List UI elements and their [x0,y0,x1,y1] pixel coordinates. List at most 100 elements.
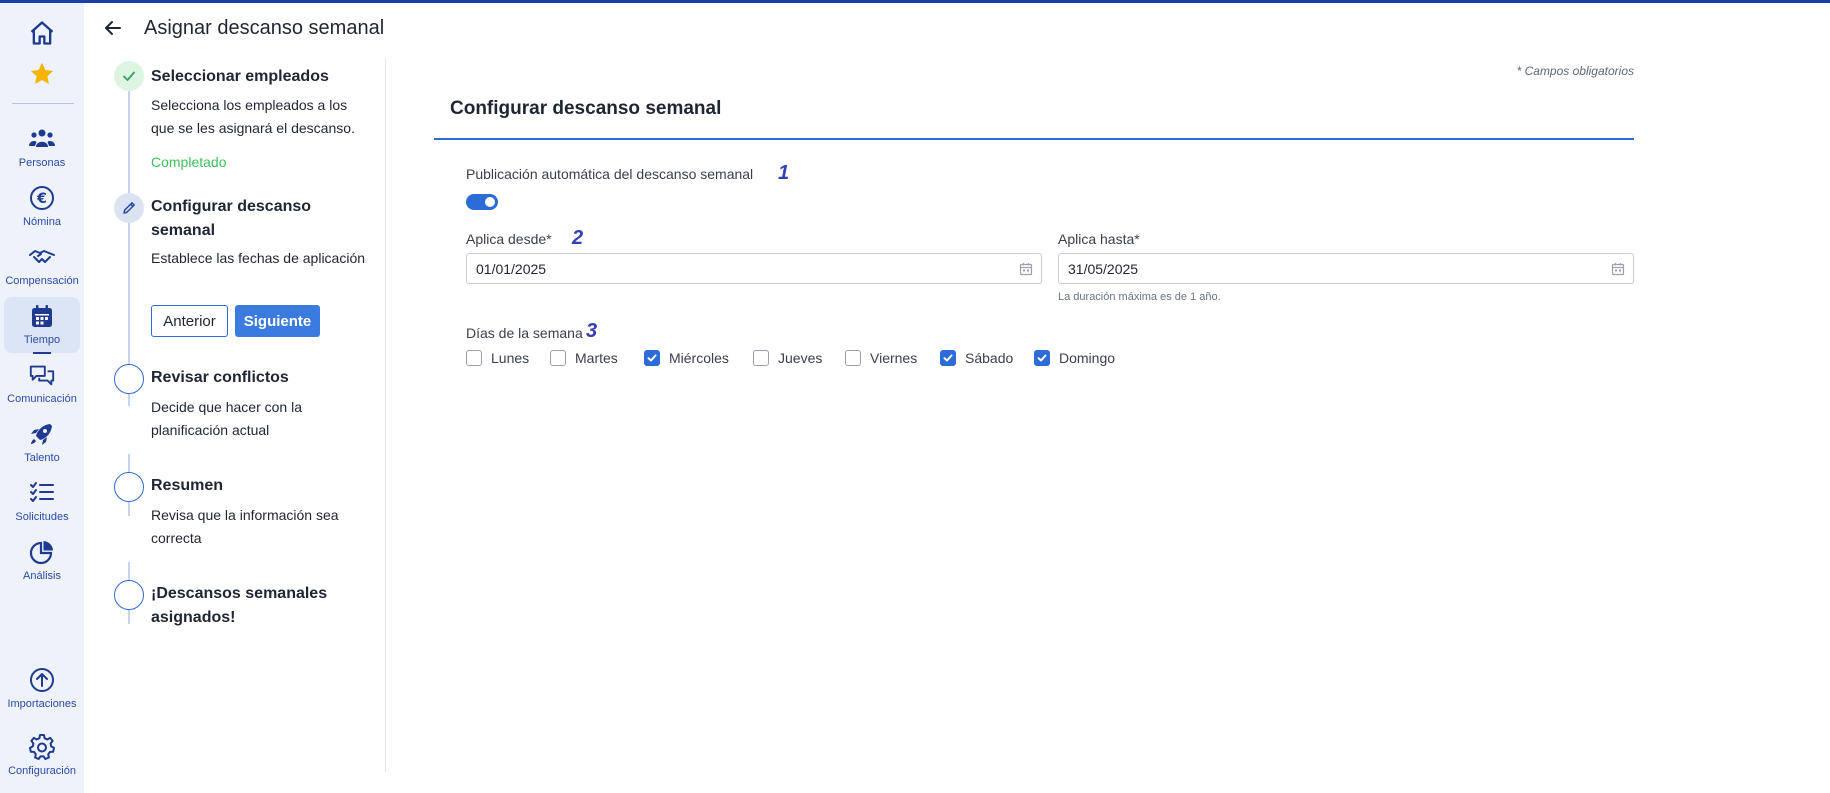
step-1-status: Completado [151,154,227,170]
calendar-icon [32,305,52,327]
step-2-description: Establece las fechas de aplicación [151,250,366,266]
check-icon [1037,354,1047,362]
sidebar-item-compensacion[interactable]: Compensación [4,238,80,294]
from-date-label: Aplica desde* [466,231,552,247]
day-label: Lunes [491,350,530,366]
from-date-value: 01/01/2025 [476,260,547,277]
step-1-description: Selecciona los empleados a los que se le… [151,97,355,136]
sidebar-item-analisis[interactable]: Análisis [4,533,80,589]
step-5-title: ¡Descansos semanales asignados! [151,585,328,626]
check-icon [943,354,953,362]
max-duration-hint: La duración máxima es de 1 año. [1058,291,1221,303]
day-label: Jueves [778,350,823,366]
page-header: Asignar descanso semanal [84,3,384,53]
sidebar-item-label: Personas [18,157,66,169]
step-4-circle [114,472,144,502]
checkbox[interactable] [550,350,566,366]
step-1-done-check-icon [114,61,144,91]
section-divider [434,138,1634,140]
step-2-pencil-icon [114,193,144,223]
day-label: Domingo [1059,350,1116,366]
sidebar-item-label: Tiempo [23,334,61,346]
step-3-circle [114,364,144,394]
day-checkbox-lunes[interactable]: Lunes [466,350,529,366]
toggle-knob [485,197,495,207]
to-date-value: 31/05/2025 [1068,260,1139,277]
sidebar-item-tiempo[interactable]: Tiempo [4,297,80,353]
day-checkbox-domingo[interactable]: Domingo [1034,350,1115,366]
day-checkbox-viernes[interactable]: Viernes [845,350,917,366]
step-4-title: Resumen [151,477,224,494]
euro-icon: € [30,186,54,210]
back-arrow-icon[interactable] [100,15,126,41]
required-fields-note: * Campos obligatorios [1516,64,1634,78]
active-indicator [33,352,51,354]
sidebar-item-label: Configuración [8,765,76,777]
section-title: Configurar descanso semanal [450,98,722,119]
sidebar-item-label: Importaciones [7,698,77,710]
chat-bubbles-icon [29,365,55,386]
sidebar-item-comunicacion[interactable]: Comunicación [4,356,80,412]
step-1-title: Seleccionar empleados [151,68,329,85]
sidebar-item-personas[interactable]: Personas [4,120,80,176]
sidebar-item-importaciones[interactable]: Importaciones [4,661,80,717]
step-5-circle [114,580,144,610]
upload-circle-icon [30,668,54,692]
page-title: Asignar descanso semanal [144,16,385,39]
sidebar-item-label: Nómina [23,216,61,228]
step-2-title: Configurar descanso semanal [151,198,312,239]
days-label: Días de la semana [466,325,583,341]
day-checkbox-miercoles[interactable]: Miércoles [644,350,729,366]
day-label: Sábado [965,350,1014,366]
star-icon[interactable] [26,58,58,90]
checkbox[interactable] [845,350,861,366]
previous-button[interactable]: Anterior [151,305,228,337]
calendar-icon[interactable] [1611,262,1625,276]
svg-text:€: € [36,191,47,207]
calendar-icon[interactable] [1019,262,1033,276]
people-icon [29,129,55,147]
handshake-icon [29,250,55,263]
checkbox-checked[interactable] [1034,350,1050,366]
day-checkbox-martes[interactable]: Martes [550,350,618,366]
checkbox[interactable] [466,350,482,366]
check-icon [647,354,657,362]
from-date-input[interactable]: 01/01/2025 [466,253,1042,284]
step-3-description: Decide que hacer con la planificación ac… [151,399,302,438]
step-4-description: Revisa que la información sea correcta [151,507,339,546]
home-icon[interactable] [26,17,58,49]
day-label: Miércoles [669,350,729,366]
day-checkbox-sabado[interactable]: Sábado [940,350,1013,366]
sidebar-item-label: Solicitudes [15,511,69,523]
sidebar: Personas € Nómina Compensación Tiempo Co… [0,3,84,793]
sidebar-item-configuracion[interactable]: Configuración [4,728,80,784]
day-label: Viernes [870,350,918,366]
checkbox-checked[interactable] [644,350,660,366]
sidebar-item-nomina[interactable]: € Nómina [4,179,80,235]
next-button[interactable]: Siguiente [235,305,320,337]
checkbox-checked[interactable] [940,350,956,366]
auto-publish-label: Publicación automática del descanso sema… [466,166,754,182]
annotation-marker-3: 3 [586,320,598,342]
annotation-marker-2: 2 [572,227,584,249]
checkbox[interactable] [753,350,769,366]
auto-publish-toggle[interactable] [466,194,498,210]
wizard-stepper: Seleccionar empleados Selecciona los emp… [84,58,386,772]
sidebar-item-solicitudes[interactable]: Solicitudes [4,474,80,530]
to-date-label: Aplica hasta* [1058,231,1140,247]
day-label: Martes [575,350,618,366]
rocket-icon [31,424,52,445]
sidebar-separator [12,103,74,104]
checklist-icon [30,482,54,502]
annotation-marker-1: 1 [778,162,790,184]
day-checkbox-jueves[interactable]: Jueves [753,350,822,366]
sidebar-item-label: Análisis [23,570,61,582]
to-date-input[interactable]: 31/05/2025 [1058,253,1634,284]
sidebar-item-label: Compensación [5,275,79,287]
sidebar-item-label: Talento [24,452,60,464]
gear-icon [29,734,55,760]
sidebar-item-talento[interactable]: Talento [4,415,80,471]
stepper-divider [385,58,386,772]
pie-chart-icon [29,541,53,565]
step-3-title: Revisar conflictos [151,369,289,386]
